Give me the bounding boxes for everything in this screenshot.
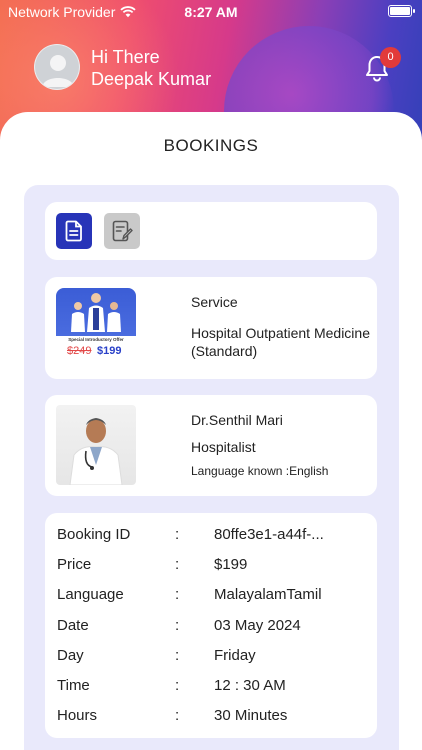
detail-key: Booking ID [57,526,131,543]
service-label: Service [191,294,238,310]
tab-edit-note[interactable] [104,213,140,249]
doctor-photo [56,405,136,485]
doctor-card[interactable]: Dr.Senthil Mari Hospitalist Language kno… [45,395,377,496]
detail-row-hours: Hours : 30 Minutes [57,707,377,727]
detail-value: 12 : 30 AM [214,677,286,694]
service-card[interactable]: Special Introductory Offer $249 $199 Ser… [45,277,377,379]
detail-row-price: Price : $199 [57,556,377,576]
detail-value: 30 Minutes [214,707,288,724]
page-title: BOOKINGS [163,136,259,155]
doctor-role: Hospitalist [191,439,256,455]
doctor-name: Dr.Senthil Mari [191,412,283,428]
detail-row-day: Day : Friday [57,647,377,667]
promo-label: Special Introductory Offer [68,337,124,342]
detail-row-booking-id: Booking ID : 80ffe3e1-a44f-... [57,526,377,546]
tab-card [45,202,377,260]
detail-value: Friday [214,647,256,664]
doctors-illustration-icon [71,293,121,332]
detail-separator: : [175,617,180,634]
greeting-block: Hi There Deepak Kumar [91,46,211,90]
detail-key: Day [57,647,84,664]
detail-separator: : [175,677,180,694]
doctor-languages: Language known :English [191,464,329,478]
service-promo-image: Special Introductory Offer $249 $199 [56,288,136,368]
greeting-text: Hi There [91,47,160,67]
detail-key: Hours [57,707,98,724]
new-price: $199 [97,345,122,357]
detail-key: Time [57,677,90,694]
notification-badge: 0 [380,47,401,68]
doctor-avatar-icon [69,418,123,485]
detail-row-date: Date : 03 May 2024 [57,617,377,637]
user-icon [42,55,74,87]
detail-row-time: Time : 12 : 30 AM [57,677,377,697]
detail-value: MalayalamTamil [214,586,322,603]
avatar[interactable] [34,44,80,90]
detail-separator: : [175,707,180,724]
detail-separator: : [175,556,180,573]
detail-key: Price [57,556,92,573]
service-name: Hospital Outpatient Medicine (Standard) [191,325,370,359]
detail-separator: : [175,647,180,664]
detail-row-language: Language : MalayalamTamil [57,586,377,606]
detail-separator: : [175,586,180,603]
document-icon [65,220,82,242]
detail-value: 03 May 2024 [214,617,301,634]
edit-note-icon [112,220,133,242]
battery-icon [388,5,415,17]
status-time: 8:27 AM [184,4,238,20]
tab-document[interactable] [56,213,92,249]
detail-key: Date [57,617,89,634]
detail-value: 80ffe3e1-a44f-... [214,526,324,543]
status-bar: Network Provider 8:27 AM [0,0,422,24]
detail-separator: : [175,526,180,543]
old-price: $249 [67,345,92,357]
detail-value: $199 [214,556,248,573]
detail-key: Language [57,586,124,603]
user-name: Deepak Kumar [91,69,212,89]
